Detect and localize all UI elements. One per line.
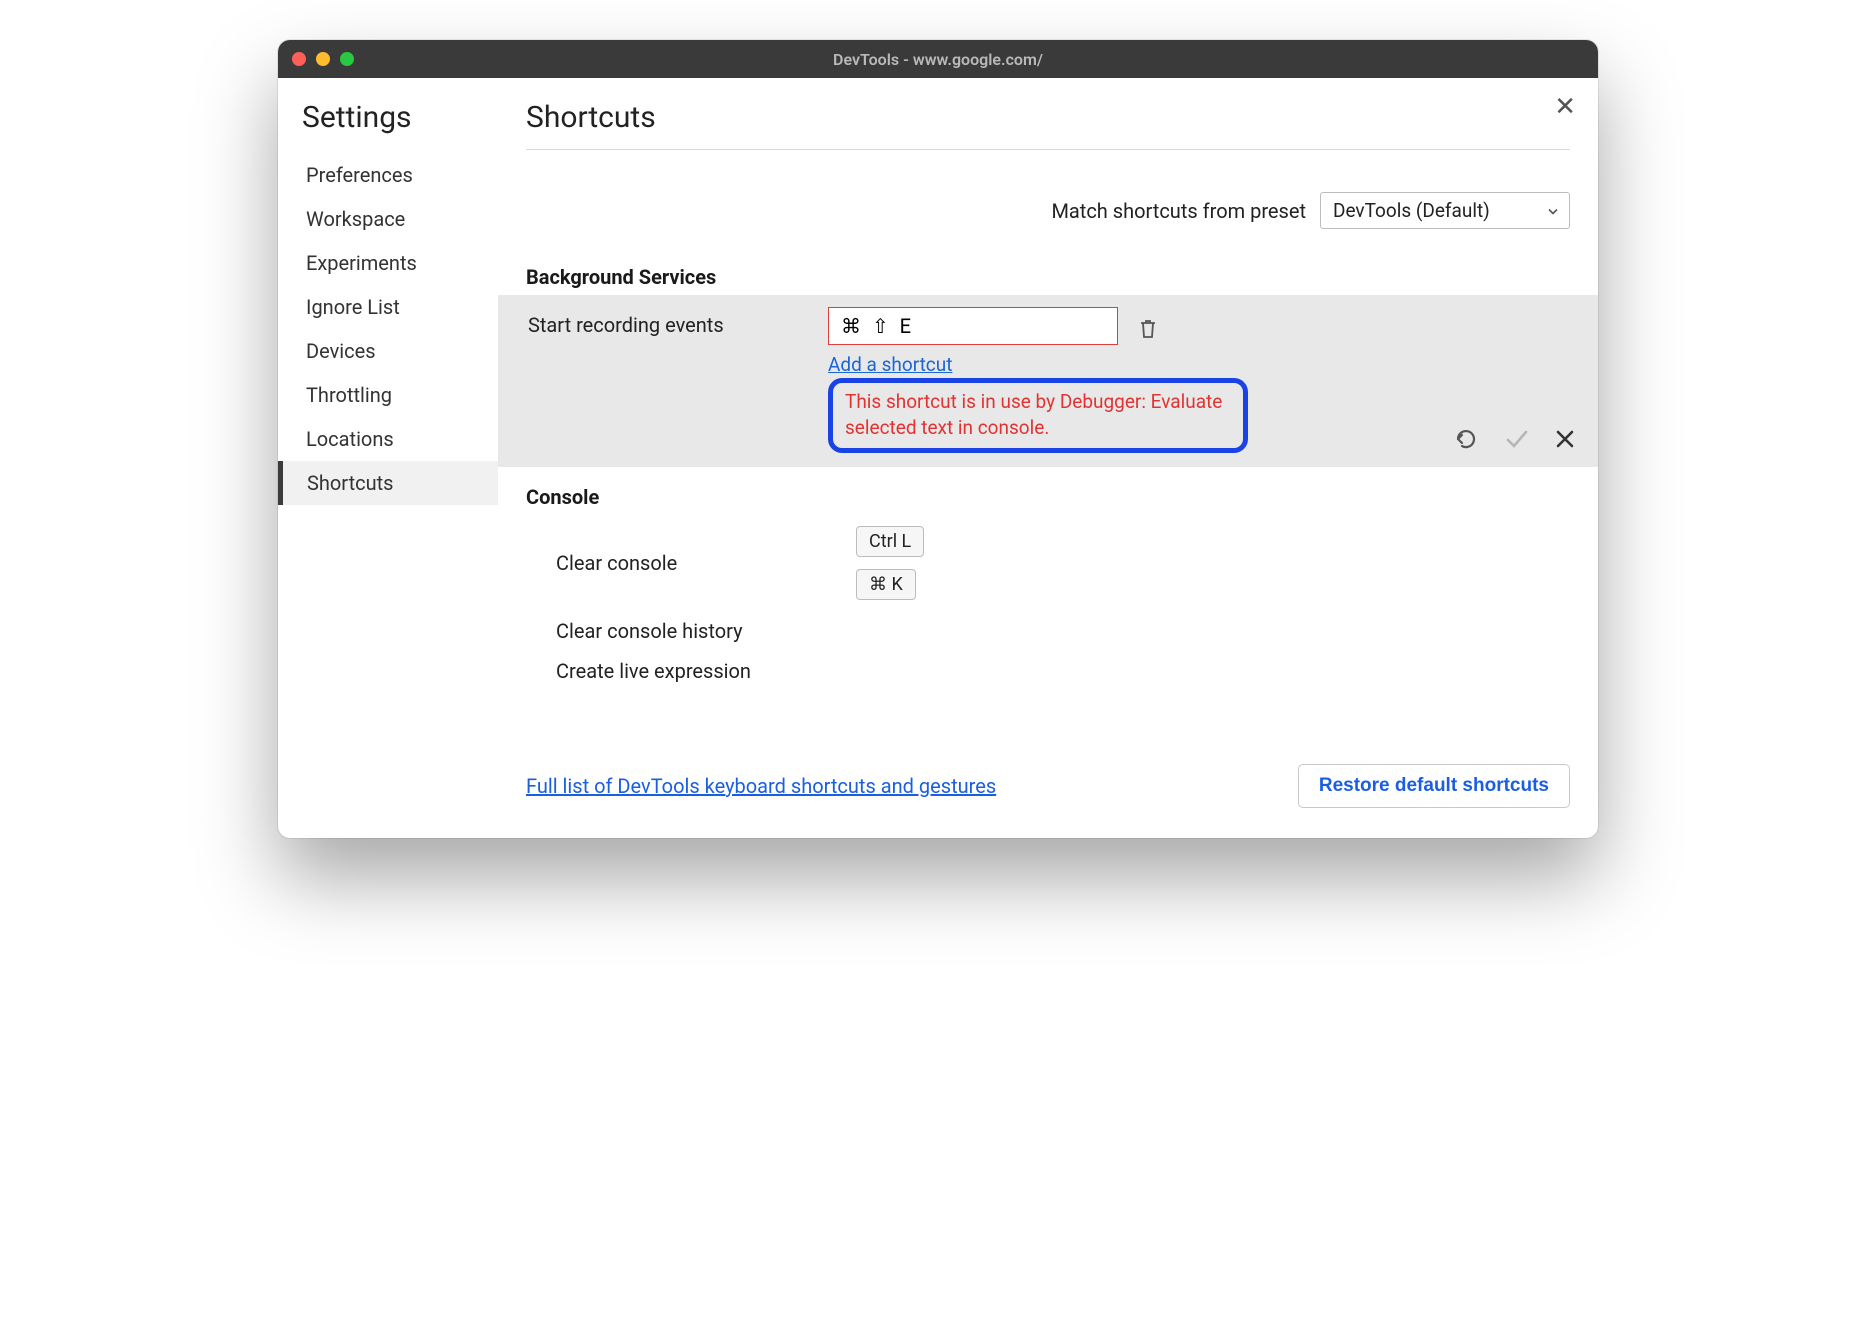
sidebar-item-workspace[interactable]: Workspace [278,197,498,241]
close-icon[interactable]: ✕ [1554,92,1576,122]
settings-sidebar: Settings Preferences Workspace Experimen… [278,78,498,838]
sidebar-item-label: Devices [306,339,376,363]
sidebar-item-preferences[interactable]: Preferences [278,153,498,197]
cancel-icon[interactable] [1554,428,1576,450]
sidebar-item-devices[interactable]: Devices [278,329,498,373]
settings-content: ✕ Settings Preferences Workspace Experim… [278,78,1598,838]
caret-down-icon [1547,199,1559,222]
close-window-button[interactable] [292,52,306,66]
section-title-background-services: Background Services [526,265,1570,289]
window-titlebar: DevTools - www.google.com/ [278,40,1598,78]
sidebar-item-label: Shortcuts [307,471,393,495]
preset-select[interactable]: DevTools (Default) [1320,192,1570,229]
sidebar-item-shortcuts[interactable]: Shortcuts [278,461,498,505]
shortcut-row: Create live expression [526,651,1570,691]
preset-value: DevTools (Default) [1333,199,1490,222]
action-label: Start recording events [528,307,828,337]
action-label: Clear console history [556,619,856,643]
undo-icon[interactable] [1452,427,1480,451]
key-col: Ctrl L ⌘ K [856,523,924,603]
sidebar-item-label: Locations [306,427,394,451]
sidebar-item-label: Workspace [306,207,405,231]
key-chip: Ctrl L [856,526,924,557]
shortcut-edit-block: Start recording events Add a shortcut Th… [498,295,1598,467]
preset-row: Match shortcuts from preset DevTools (De… [526,192,1570,229]
minimize-window-button[interactable] [316,52,330,66]
shortcut-conflict-warning: This shortcut is in use by Debugger: Eva… [828,378,1248,453]
key-chip: ⌘ K [856,569,916,600]
preset-label: Match shortcuts from preset [1051,199,1306,223]
shortcuts-panel: Shortcuts Match shortcuts from preset De… [498,78,1598,838]
footer: Full list of DevTools keyboard shortcuts… [526,734,1570,808]
zoom-window-button[interactable] [340,52,354,66]
add-shortcut-link[interactable]: Add a shortcut [828,353,952,376]
edit-actions [1452,427,1576,451]
confirm-icon[interactable] [1504,427,1530,451]
shortcut-input[interactable] [828,307,1118,345]
sidebar-item-label: Preferences [306,163,413,187]
action-label: Clear console [556,551,856,575]
sidebar-heading: Settings [296,100,498,135]
trash-icon[interactable] [1138,312,1158,340]
page-title: Shortcuts [526,100,1570,150]
restore-defaults-button[interactable]: Restore default shortcuts [1298,764,1570,808]
full-shortcuts-link[interactable]: Full list of DevTools keyboard shortcuts… [526,774,996,798]
window-title: DevTools - www.google.com/ [278,50,1598,69]
sidebar-item-label: Throttling [306,383,392,407]
console-section: Console Clear console Ctrl L ⌘ K Clear c… [526,485,1570,691]
sidebar-item-locations[interactable]: Locations [278,417,498,461]
sidebar-item-ignore-list[interactable]: Ignore List [278,285,498,329]
shortcut-row: Clear console Ctrl L ⌘ K [526,515,1570,611]
sidebar-item-label: Experiments [306,251,417,275]
sidebar-item-experiments[interactable]: Experiments [278,241,498,285]
sidebar-item-throttling[interactable]: Throttling [278,373,498,417]
action-label: Create live expression [556,659,751,683]
section-title-console: Console [526,485,1570,509]
devtools-settings-window: DevTools - www.google.com/ ✕ Settings Pr… [278,40,1598,838]
shortcut-row: Clear console history [526,611,1570,651]
sidebar-item-label: Ignore List [306,295,400,319]
window-controls [292,52,354,66]
